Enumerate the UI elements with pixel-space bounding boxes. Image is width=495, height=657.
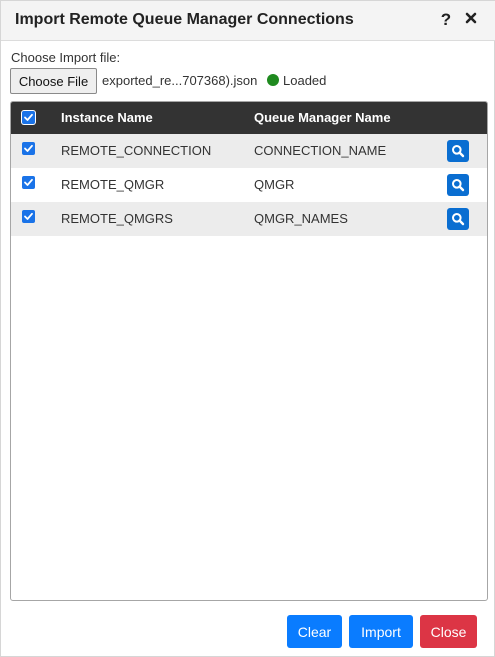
import-file-label: Choose Import file: bbox=[11, 50, 121, 65]
clear-button[interactable]: Clear bbox=[287, 615, 342, 648]
table-row[interactable]: REMOTE_QMGR QMGR bbox=[11, 168, 487, 202]
close-button[interactable]: Close bbox=[420, 615, 477, 648]
instance-name-cell: REMOTE_QMGRS bbox=[61, 211, 173, 226]
connections-table: Instance Name Queue Manager Name REMOTE_… bbox=[10, 101, 488, 601]
select-all-checkbox[interactable] bbox=[22, 111, 35, 124]
queue-manager-name-cell: QMGR bbox=[254, 177, 295, 192]
selected-file-name: exported_re...707368).json bbox=[102, 73, 258, 88]
close-icon[interactable] bbox=[464, 11, 480, 29]
row-checkbox[interactable] bbox=[22, 142, 35, 155]
queue-manager-name-cell: CONNECTION_NAME bbox=[254, 143, 387, 158]
table-header: Instance Name Queue Manager Name bbox=[11, 102, 487, 134]
status-dot-icon bbox=[267, 74, 279, 86]
table-row[interactable]: REMOTE_QMGRS QMGR_NAMES bbox=[11, 202, 487, 236]
table-row[interactable]: REMOTE_CONNECTION CONNECTION_NAME bbox=[11, 134, 487, 168]
column-header-instance-name[interactable]: Instance Name bbox=[61, 110, 153, 125]
row-checkbox[interactable] bbox=[22, 176, 35, 189]
import-dialog: Import Remote Queue Manager Connections … bbox=[0, 0, 495, 657]
search-icon[interactable] bbox=[447, 174, 469, 196]
search-icon[interactable] bbox=[447, 208, 469, 230]
column-header-queue-manager-name[interactable]: Queue Manager Name bbox=[254, 110, 391, 125]
row-checkbox[interactable] bbox=[22, 210, 35, 223]
search-icon[interactable] bbox=[447, 140, 469, 162]
load-status-text: Loaded bbox=[283, 73, 327, 88]
import-button[interactable]: Import bbox=[349, 615, 413, 648]
choose-file-button[interactable]: Choose File bbox=[10, 68, 97, 94]
help-icon[interactable]: ? bbox=[438, 10, 454, 30]
instance-name-cell: REMOTE_QMGR bbox=[61, 177, 165, 192]
dialog-title: Import Remote Queue Manager Connections bbox=[15, 11, 354, 28]
dialog-header: Import Remote Queue Manager Connections … bbox=[1, 1, 495, 41]
instance-name-cell: REMOTE_CONNECTION bbox=[61, 143, 212, 158]
queue-manager-name-cell: QMGR_NAMES bbox=[254, 211, 348, 226]
